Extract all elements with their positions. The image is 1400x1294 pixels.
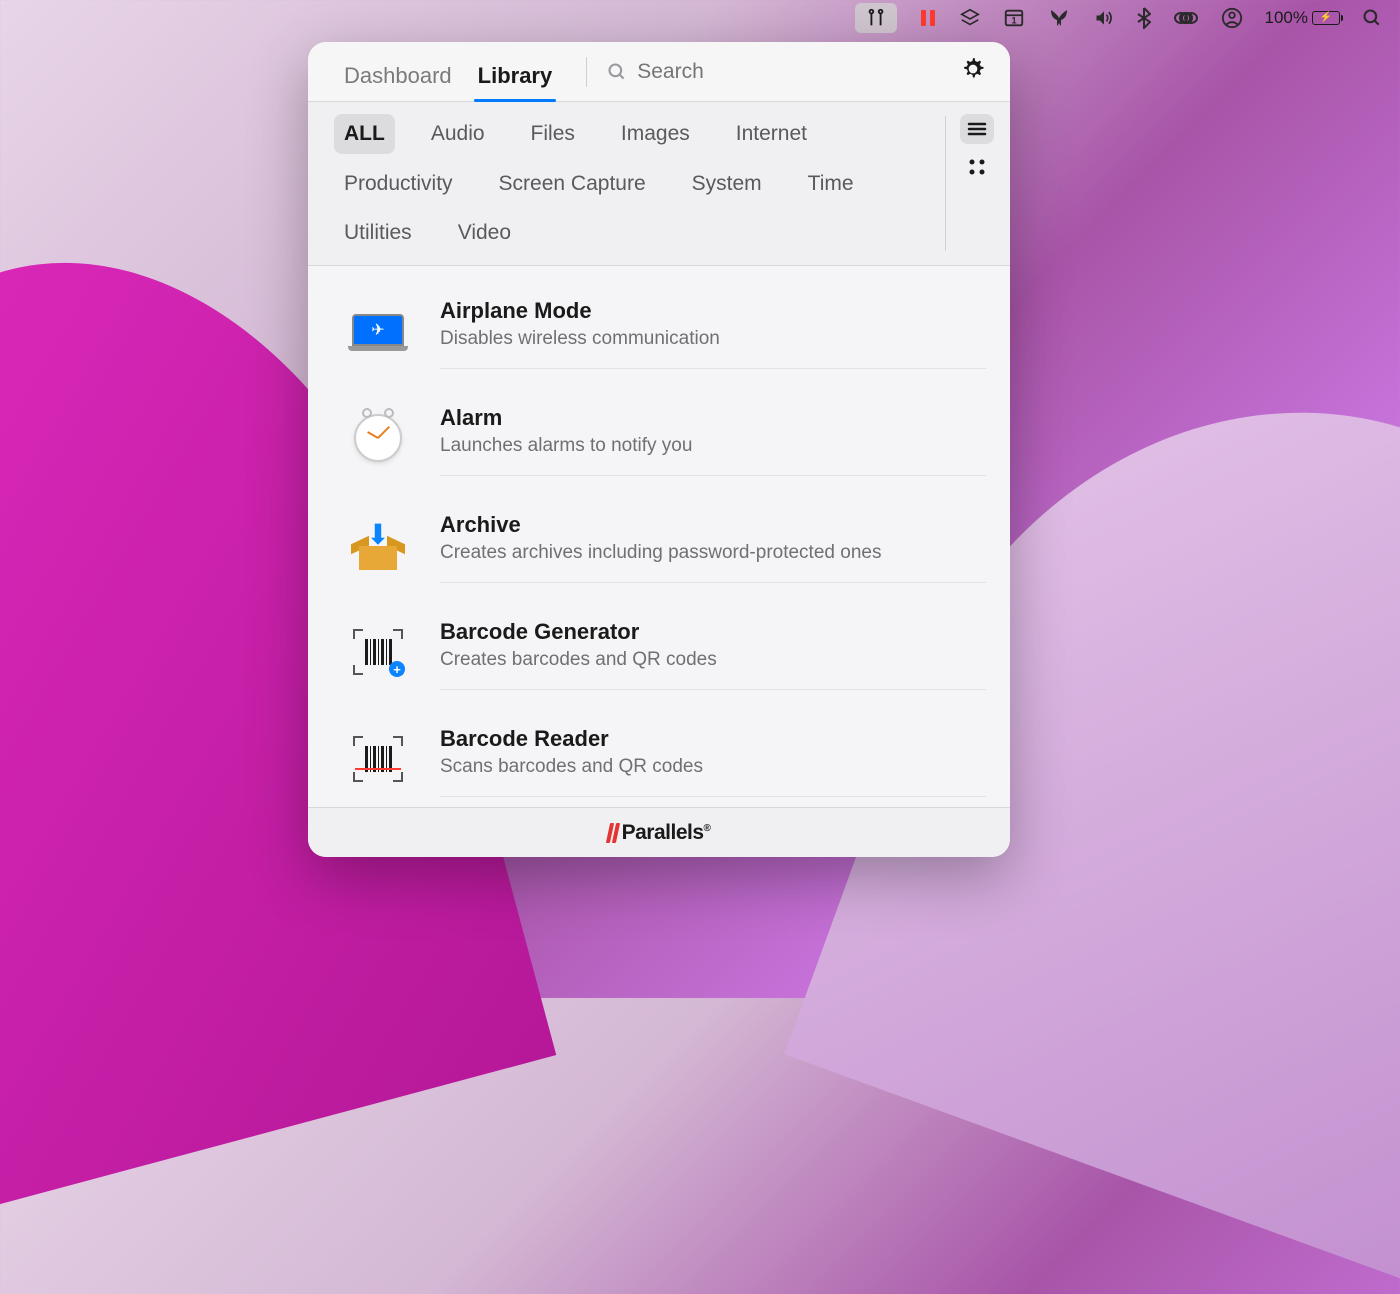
window-header: Dashboard Library	[308, 42, 1010, 102]
tab-library[interactable]: Library	[478, 63, 553, 101]
item-description: Creates barcodes and QR codes	[440, 649, 986, 671]
airplane-mode-icon: ✈	[348, 303, 408, 363]
filter-time[interactable]: Time	[798, 164, 864, 204]
list-item[interactable]: ⬇ Archive Creates archives including pas…	[308, 492, 1010, 599]
brand-label: Parallels®	[622, 821, 711, 845]
item-title: Airplane Mode	[440, 298, 986, 324]
item-description: Creates archives including password-prot…	[440, 542, 986, 564]
stack-icon[interactable]	[959, 7, 981, 29]
filter-files[interactable]: Files	[521, 114, 585, 154]
item-description: Scans barcodes and QR codes	[440, 756, 986, 778]
list-item[interactable]: Alarm Launches alarms to notify you	[308, 385, 1010, 492]
bluetooth-icon[interactable]	[1137, 7, 1151, 29]
butterfly-icon[interactable]	[1047, 8, 1071, 28]
list-view-toggle[interactable]	[960, 114, 994, 144]
filter-utilities[interactable]: Utilities	[334, 213, 422, 253]
alarm-icon	[348, 408, 408, 468]
item-title: Barcode Generator	[440, 619, 986, 645]
filter-productivity[interactable]: Productivity	[334, 164, 463, 204]
category-filter-bar: ALL Audio Files Images Internet Producti…	[308, 102, 1010, 266]
item-title: Archive	[440, 512, 986, 538]
search-icon	[607, 62, 627, 82]
link-icon[interactable]	[1173, 10, 1199, 26]
filter-audio[interactable]: Audio	[421, 114, 495, 154]
item-description: Launches alarms to notify you	[440, 435, 986, 457]
divider	[945, 116, 946, 251]
battery-status[interactable]: 100% ⚡	[1265, 8, 1340, 28]
item-title: Barcode Reader	[440, 726, 986, 752]
list-item[interactable]: Barcode Reader Scans barcodes and QR cod…	[308, 706, 1010, 808]
window-footer: Parallels®	[308, 807, 1010, 857]
barcode-generator-icon: +	[348, 622, 408, 682]
list-item[interactable]: ✈ Airplane Mode Disables wireless commun…	[308, 282, 1010, 385]
parallels-toolbox-window: Dashboard Library ALL Audio Files Images…	[308, 42, 1010, 857]
grid-view-toggle[interactable]	[960, 152, 994, 182]
filter-internet[interactable]: Internet	[726, 114, 817, 154]
list-item[interactable]: + Barcode Generator Creates barcodes and…	[308, 599, 1010, 706]
pause-icon[interactable]	[919, 8, 937, 28]
filter-system[interactable]: System	[682, 164, 772, 204]
parallels-logo-icon	[608, 823, 618, 843]
user-icon[interactable]	[1221, 7, 1243, 29]
item-title: Alarm	[440, 405, 986, 431]
barcode-reader-icon	[348, 729, 408, 789]
search-input[interactable]	[637, 60, 956, 84]
divider	[586, 57, 587, 87]
filter-video[interactable]: Video	[448, 213, 521, 253]
filter-screen-capture[interactable]: Screen Capture	[489, 164, 656, 204]
battery-percentage: 100%	[1265, 8, 1308, 28]
item-description: Disables wireless communication	[440, 328, 986, 350]
battery-icon: ⚡	[1312, 11, 1340, 25]
filter-all[interactable]: ALL	[334, 114, 395, 154]
calendar-icon[interactable]: 1	[1003, 7, 1025, 29]
sound-icon[interactable]	[1093, 8, 1115, 28]
settings-button[interactable]	[956, 52, 990, 91]
spotlight-search-icon[interactable]	[1362, 8, 1382, 28]
svg-text:1: 1	[1011, 16, 1016, 26]
tools-list: ✈ Airplane Mode Disables wireless commun…	[308, 266, 1010, 808]
tab-dashboard[interactable]: Dashboard	[344, 63, 452, 101]
filter-images[interactable]: Images	[611, 114, 700, 154]
menubar: 1 100% ⚡	[837, 0, 1400, 36]
tools-icon[interactable]	[855, 3, 897, 33]
archive-icon: ⬇	[348, 515, 408, 575]
